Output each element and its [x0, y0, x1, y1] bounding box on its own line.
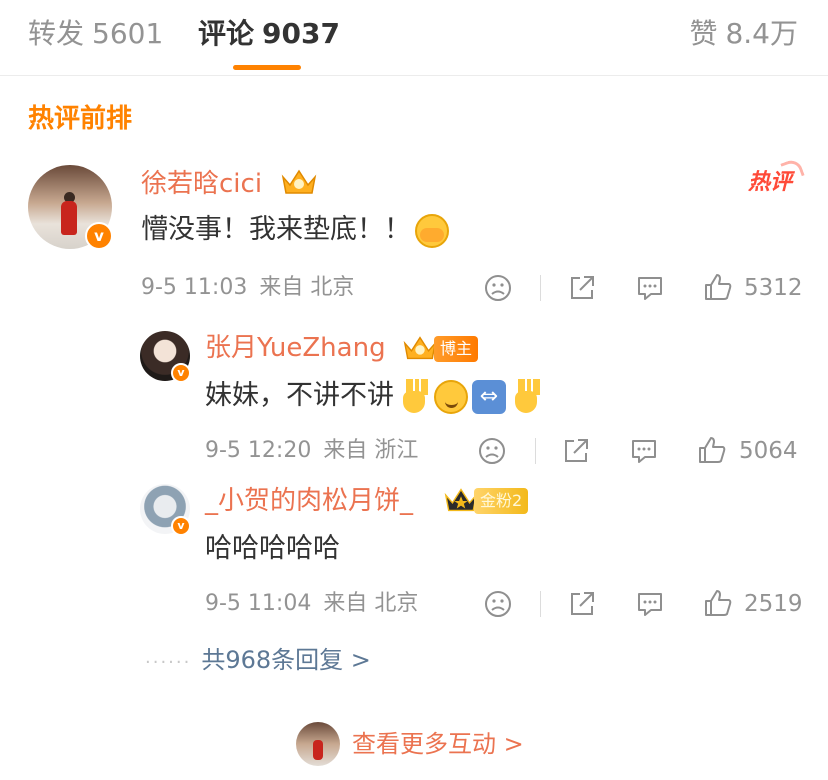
comment-time: 9-5 11:03: [141, 275, 248, 300]
fan-level-badge: 金粉2: [474, 488, 529, 514]
comment-text-content: 懵没事！我来垫底！！: [141, 214, 411, 245]
tab-comment[interactable]: 评论 9037: [198, 16, 340, 52]
divider: [540, 275, 541, 301]
reply-text: 妹妹，不讲不讲 ⇔: [205, 377, 542, 415]
reply-time: 9-5 11:04: [205, 591, 312, 616]
like-count: 5064: [739, 438, 798, 464]
hot-comment-badge: 热评: [748, 168, 792, 198]
divider: [535, 438, 536, 464]
more-replies-label: 共968条回复 >: [201, 646, 371, 674]
like-icon[interactable]: [703, 588, 733, 618]
divider: [540, 591, 541, 617]
comment-tabs: 转发 5601 评论 9037 赞 8.4万: [0, 0, 828, 76]
comment-icon[interactable]: [635, 589, 665, 619]
active-tab-indicator: [233, 65, 301, 70]
blogger-badge: 博主: [434, 336, 479, 362]
tab-repost[interactable]: 转发 5601: [28, 16, 163, 52]
raised-hand-emoji: [398, 378, 430, 415]
verified-badge-icon: v: [171, 363, 191, 383]
dislike-icon[interactable]: [483, 273, 513, 303]
reply-meta: 9-5 12:20 来自 浙江: [205, 436, 418, 466]
share-icon[interactable]: [567, 589, 597, 619]
avatar[interactable]: [296, 722, 340, 766]
crown-icon: [281, 169, 317, 194]
reply-username[interactable]: _小贺的肉松月饼_: [205, 484, 413, 518]
left-right-arrow-emoji: ⇔: [472, 379, 506, 414]
share-icon[interactable]: [567, 273, 597, 303]
like-icon[interactable]: [703, 272, 733, 302]
like-count: 2519: [744, 591, 803, 617]
tab-like-count: 8.4万: [725, 17, 798, 50]
reply-meta: 9-5 11:04 来自 北京: [205, 589, 418, 619]
comment-username[interactable]: 徐若晗cici: [141, 167, 262, 201]
comment-icon[interactable]: [635, 273, 665, 303]
comment-icon[interactable]: [629, 436, 659, 466]
raised-hand-emoji: [510, 378, 542, 415]
comment-source: 来自 北京: [259, 275, 355, 300]
reply-text-content: 妹妹，不讲不讲: [205, 380, 394, 411]
more-replies-link[interactable]: ······ 共968条回复 >: [145, 644, 371, 679]
tab-like-label: 赞: [689, 17, 718, 50]
smile-emoji: [434, 379, 468, 414]
reply-source: 来自 北京: [323, 591, 419, 616]
share-icon[interactable]: [561, 436, 591, 466]
view-more-interactions-link[interactable]: 查看更多互动 >: [352, 728, 524, 760]
covering-face-emoji: [415, 213, 449, 248]
section-title: 热评前排: [28, 104, 133, 134]
reply-time: 9-5 12:20: [205, 438, 312, 463]
like-count: 5312: [744, 275, 803, 301]
dislike-icon[interactable]: [483, 589, 513, 619]
comment-text: 懵没事！我来垫底！！: [141, 211, 449, 249]
tab-like[interactable]: 赞 8.4万: [689, 16, 798, 52]
crown-icon: [403, 336, 437, 360]
tab-comment-count: 9037: [262, 17, 340, 50]
verified-badge-icon: v: [85, 222, 113, 250]
reply-text: 哈哈哈哈哈: [205, 533, 340, 564]
comment-meta: 9-5 11:03 来自 北京: [141, 273, 354, 303]
tab-comment-label: 评论: [198, 17, 255, 50]
dislike-icon[interactable]: [477, 436, 507, 466]
like-icon[interactable]: [697, 435, 727, 465]
tab-repost-count: 5601: [92, 17, 164, 50]
tab-repost-label: 转发: [28, 17, 85, 50]
dots-divider: ······: [145, 652, 192, 673]
reply-source: 来自 浙江: [323, 438, 419, 463]
reply-username[interactable]: 张月YueZhang: [205, 331, 386, 365]
verified-badge-icon: v: [171, 516, 191, 536]
